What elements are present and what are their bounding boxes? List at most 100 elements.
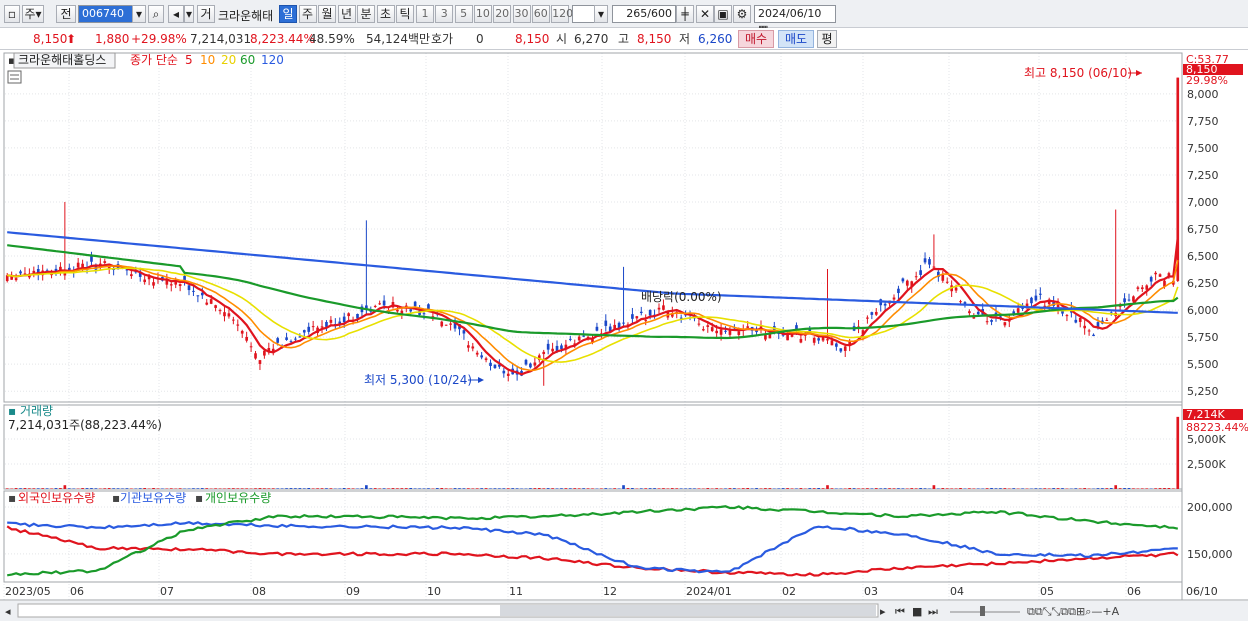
open-label: 시 <box>556 32 568 46</box>
volume-bar <box>50 488 53 489</box>
buy-button[interactable]: 매수 <box>738 30 774 48</box>
code-input[interactable]: 006740 <box>78 5 138 23</box>
candle-body <box>209 299 213 304</box>
period-tab-5[interactable]: 초 <box>376 5 395 23</box>
minute-tab-60[interactable]: 60 <box>531 5 550 23</box>
speaker-icon[interactable]: ◂ <box>168 5 184 23</box>
period-tab-6[interactable]: 틱 <box>396 5 414 23</box>
volume-bar <box>409 488 413 489</box>
volume-bar <box>311 488 315 489</box>
volume-bar <box>626 488 630 489</box>
volume-bar <box>152 488 155 489</box>
volume-bar <box>741 488 745 489</box>
volume-bar <box>329 488 333 489</box>
candle-body <box>218 310 222 312</box>
candle-body <box>990 320 993 322</box>
volume-bar <box>72 488 76 489</box>
volume-bar <box>715 488 718 489</box>
trade-button[interactable]: 거 <box>197 5 215 23</box>
candle-body <box>103 261 107 263</box>
volume-bar <box>812 488 816 489</box>
volume-bar <box>134 488 138 489</box>
volume-bar <box>435 488 439 489</box>
market-select[interactable]: 주▾ <box>22 5 44 23</box>
period-tab-2[interactable]: 월 <box>318 5 336 23</box>
high-marker: 최고 8,150 (06/10) <box>1024 66 1132 80</box>
avg-button[interactable]: 평 <box>817 30 837 48</box>
tools-icon[interactable]: ✕ <box>696 5 714 23</box>
sell-button[interactable]: 매도 <box>778 30 814 48</box>
chevron-down-icon[interactable]: ▾ <box>132 5 146 23</box>
volume-bar <box>307 488 311 489</box>
candle-body <box>320 326 324 328</box>
x-tick-label: 03 <box>864 585 878 598</box>
scrollbar-thumb[interactable] <box>500 605 876 616</box>
volume-bar <box>555 488 559 489</box>
zoom-slider-handle[interactable] <box>980 606 985 616</box>
period-tab-4[interactable]: 분 <box>357 5 375 23</box>
volume-bar <box>569 488 572 489</box>
chevron-down-icon[interactable]: ▾ <box>184 5 194 23</box>
date-input[interactable]: 2024/06/10 ▦ <box>754 5 836 36</box>
play-icon[interactable]: ▸ <box>880 605 886 618</box>
volume-bar <box>298 488 302 489</box>
volume-bar <box>679 488 683 489</box>
volume-bar <box>937 488 940 489</box>
volume-bar <box>551 488 554 489</box>
minute-tab-10[interactable]: 10 <box>473 5 492 23</box>
volume-bar <box>675 488 679 489</box>
volume-bar <box>14 488 18 489</box>
volume-bar <box>1083 488 1086 489</box>
minute-tab-1[interactable]: 1 <box>416 5 434 23</box>
forward-icon[interactable]: ⏭ <box>928 605 938 618</box>
count-input[interactable]: 265/600 <box>612 5 676 23</box>
change-pct: +29.98% <box>131 32 187 46</box>
scroll-left-icon[interactable]: ◂ <box>5 605 11 618</box>
candle-body <box>901 278 905 282</box>
search-icon[interactable]: ⌕ <box>148 5 164 23</box>
candle-icon[interactable]: ╪ <box>676 5 694 23</box>
volume-bar <box>697 488 701 489</box>
volume-bar <box>954 488 958 489</box>
volume-bar <box>520 488 523 489</box>
minute-tab-120[interactable]: 120 <box>551 5 573 23</box>
window-icon[interactable]: ▫ <box>4 5 20 23</box>
volume-bar <box>347 488 350 489</box>
minute-tab-3[interactable]: 3 <box>435 5 454 23</box>
volume-bar <box>1052 488 1055 489</box>
volume-bar <box>662 488 665 489</box>
volume-bar <box>67 488 71 489</box>
chevron-down-icon[interactable]: ▾ <box>594 5 608 23</box>
prev-button[interactable]: 전 <box>56 5 76 23</box>
candle-body <box>263 350 266 356</box>
minute-tab-20[interactable]: 20 <box>493 5 512 23</box>
gear-icon[interactable]: ⚙ <box>733 5 751 23</box>
volume-bar <box>1114 485 1118 489</box>
stock-chart[interactable]: 8,000 7,750 7,500 7,250 7,000 6,750 6,500 6,250… <box>0 51 1248 621</box>
panel-frame-1 <box>3 404 1183 490</box>
candle-body <box>1039 293 1042 295</box>
volume-bar <box>604 488 608 489</box>
save-icon[interactable]: ▣ <box>714 5 732 23</box>
minute-tab-30[interactable]: 30 <box>512 5 531 23</box>
candle-body <box>422 313 426 315</box>
table-icon[interactable] <box>7 70 22 84</box>
candle-body <box>569 338 572 340</box>
volume-pct-tag: 88223.44% <box>1186 421 1248 434</box>
volume-bar <box>81 488 84 489</box>
volume-bar <box>23 488 27 489</box>
volume-bar <box>1118 488 1122 489</box>
period-tab-1[interactable]: 주 <box>298 5 317 23</box>
period-tab-3[interactable]: 년 <box>337 5 356 23</box>
rewind-icon[interactable]: ⏮ <box>895 605 905 618</box>
minute-tab-5[interactable]: 5 <box>454 5 473 23</box>
stop-icon[interactable]: ■ <box>912 605 922 618</box>
high-label: 고 <box>618 32 630 46</box>
candle-body <box>382 300 386 306</box>
volume-bar <box>808 488 812 489</box>
period-tab-0[interactable]: 일 <box>279 5 297 23</box>
institution-legend: 기관보유수량 <box>120 491 186 505</box>
volume-bar <box>493 488 497 489</box>
view-icons[interactable]: ⧉⧉⤡⤡⧉⧉⊞⌕—+A <box>1027 605 1120 618</box>
candle-body <box>892 297 896 300</box>
